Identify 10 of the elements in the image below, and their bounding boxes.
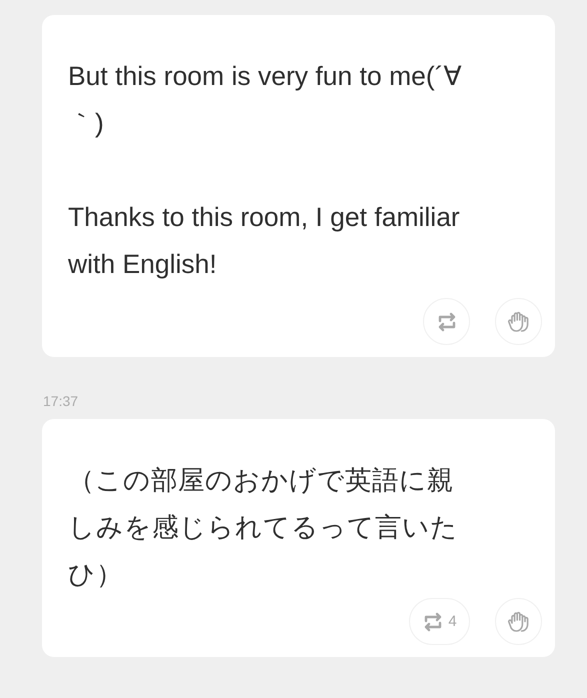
message-text: （この部屋のおかげで英語に親しみを感じられてるって言いたひ） — [68, 464, 459, 591]
repost-button[interactable]: 4 — [409, 598, 470, 645]
clap-button[interactable] — [495, 298, 542, 345]
clapping-hands-icon — [506, 310, 530, 332]
message-text: Thanks to this room, I get familiar with English! — [68, 201, 461, 281]
message-text: But this room is very fun to me(´∀｀) — [68, 60, 463, 140]
repost-button[interactable] — [423, 298, 470, 345]
message-time: 17:37 — [43, 393, 80, 409]
clap-button[interactable] — [495, 598, 542, 645]
clapping-hands-icon — [506, 610, 530, 632]
